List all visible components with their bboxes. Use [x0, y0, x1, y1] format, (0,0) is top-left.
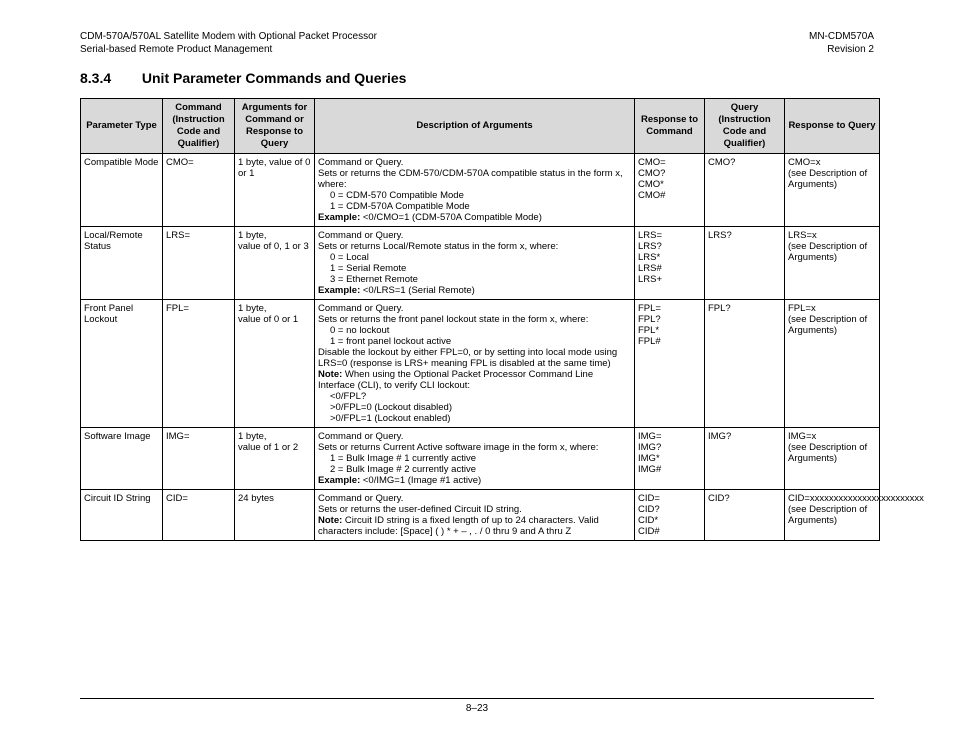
- table-cell: CMO=x (see Description of Arguments): [785, 153, 880, 226]
- description-line: <0/FPL?: [318, 391, 631, 402]
- description-line: Example: <0/CMO=1 (CDM-570A Compatible M…: [318, 212, 631, 223]
- col-header: Response to Query: [785, 99, 880, 154]
- table-cell: CMO?: [705, 153, 785, 226]
- table-cell: FPL= FPL? FPL* FPL#: [635, 299, 705, 427]
- description-cell: Command or Query.Sets or returns the CDM…: [315, 153, 635, 226]
- description-cell: Command or Query.Sets or returns Current…: [315, 427, 635, 489]
- table-cell: CMO= CMO? CMO* CMO#: [635, 153, 705, 226]
- page-header: CDM-570A/570AL Satellite Modem with Opti…: [80, 30, 874, 56]
- table-cell: IMG= IMG? IMG* IMG#: [635, 427, 705, 489]
- parameter-table: Parameter Type Command (Instruction Code…: [80, 98, 880, 541]
- table-row: Software ImageIMG=1 byte, value of 1 or …: [81, 427, 880, 489]
- description-cell: Command or Query.Sets or returns the fro…: [315, 299, 635, 427]
- description-line: 2 = Bulk Image # 2 currently active: [318, 464, 631, 475]
- table-cell: Local/Remote Status: [81, 226, 163, 299]
- description-line: 1 = Bulk Image # 1 currently active: [318, 453, 631, 464]
- description-cell: Command or Query.Sets or returns Local/R…: [315, 226, 635, 299]
- table-cell: 1 byte, value of 1 or 2: [235, 427, 315, 489]
- table-cell: FPL=x (see Description of Arguments): [785, 299, 880, 427]
- description-line: >0/FPL=0 (Lockout disabled): [318, 402, 631, 413]
- table-cell: 1 byte, value of 0 or 1: [235, 299, 315, 427]
- description-line: Command or Query.: [318, 230, 631, 241]
- table-row: Compatible ModeCMO=1 byte, value of 0 or…: [81, 153, 880, 226]
- table-cell: CID?: [705, 489, 785, 540]
- table-cell: CID=xxxxxxxxxxxxxxxxxxxxxxxx (see Descri…: [785, 489, 880, 540]
- page-footer: 8–23: [80, 698, 874, 714]
- table-header-row: Parameter Type Command (Instruction Code…: [81, 99, 880, 154]
- description-line: Sets or returns the front panel lockout …: [318, 314, 631, 325]
- col-header: Query (Instruction Code and Qualifier): [705, 99, 785, 154]
- col-header: Arguments for Command or Response to Que…: [235, 99, 315, 154]
- table-cell: LRS?: [705, 226, 785, 299]
- description-line: Sets or returns the CDM-570/CDM-570A com…: [318, 168, 631, 190]
- table-cell: LRS=x (see Description of Arguments): [785, 226, 880, 299]
- table-cell: Software Image: [81, 427, 163, 489]
- description-line: Sets or returns Current Active software …: [318, 442, 631, 453]
- table-cell: IMG=x (see Description of Arguments): [785, 427, 880, 489]
- description-line: Sets or returns the user-defined Circuit…: [318, 504, 631, 515]
- table-cell: Circuit ID String: [81, 489, 163, 540]
- col-header: Description of Arguments: [315, 99, 635, 154]
- table-cell: CID=: [163, 489, 235, 540]
- table-cell: 1 byte, value of 0, 1 or 3: [235, 226, 315, 299]
- table-row: Front Panel LockoutFPL=1 byte, value of …: [81, 299, 880, 427]
- table-cell: IMG?: [705, 427, 785, 489]
- col-header: Response to Command: [635, 99, 705, 154]
- description-line: 0 = CDM-570 Compatible Mode: [318, 190, 631, 201]
- description-line: >0/FPL=1 (Lockout enabled): [318, 413, 631, 424]
- description-line: 0 = Local: [318, 252, 631, 263]
- col-header: Command (Instruction Code and Qualifier): [163, 99, 235, 154]
- table-cell: CID= CID? CID* CID#: [635, 489, 705, 540]
- description-line: 3 = Ethernet Remote: [318, 274, 631, 285]
- description-line: Example: <0/IMG=1 (Image #1 active): [318, 475, 631, 486]
- page-number: 8–23: [466, 703, 488, 714]
- description-line: Command or Query.: [318, 431, 631, 442]
- section-title-text: Unit Parameter Commands and Queries: [142, 70, 407, 86]
- table-cell: LRS=: [163, 226, 235, 299]
- description-line: 1 = front panel lockout active: [318, 336, 631, 347]
- description-line: Command or Query.: [318, 493, 631, 504]
- header-right: MN-CDM570A Revision 2: [809, 30, 874, 56]
- section-number: 8.3.4: [80, 70, 138, 86]
- description-line: 1 = CDM-570A Compatible Mode: [318, 201, 631, 212]
- header-left: CDM-570A/570AL Satellite Modem with Opti…: [80, 30, 377, 56]
- table-row: Local/Remote StatusLRS=1 byte, value of …: [81, 226, 880, 299]
- description-line: Command or Query.: [318, 157, 631, 168]
- description-line: 0 = no lockout: [318, 325, 631, 336]
- col-header: Parameter Type: [81, 99, 163, 154]
- table-cell: IMG=: [163, 427, 235, 489]
- table-cell: 24 bytes: [235, 489, 315, 540]
- table-cell: FPL=: [163, 299, 235, 427]
- table-cell: Compatible Mode: [81, 153, 163, 226]
- description-line: Command or Query.: [318, 303, 631, 314]
- description-line: Example: <0/LRS=1 (Serial Remote): [318, 285, 631, 296]
- description-line: Note: Circuit ID string is a fixed lengt…: [318, 515, 631, 537]
- table-cell: CMO=: [163, 153, 235, 226]
- table-cell: Front Panel Lockout: [81, 299, 163, 427]
- table-cell: 1 byte, value of 0 or 1: [235, 153, 315, 226]
- section-heading: 8.3.4 Unit Parameter Commands and Querie…: [80, 70, 874, 86]
- description-line: 1 = Serial Remote: [318, 263, 631, 274]
- table-row: Circuit ID StringCID=24 bytesCommand or …: [81, 489, 880, 540]
- table-cell: FPL?: [705, 299, 785, 427]
- description-cell: Command or Query.Sets or returns the use…: [315, 489, 635, 540]
- description-line: Disable the lockout by either FPL=0, or …: [318, 347, 631, 369]
- table-cell: LRS= LRS? LRS* LRS# LRS+: [635, 226, 705, 299]
- description-line: Sets or returns Local/Remote status in t…: [318, 241, 631, 252]
- description-line: Note: When using the Optional Packet Pro…: [318, 369, 631, 391]
